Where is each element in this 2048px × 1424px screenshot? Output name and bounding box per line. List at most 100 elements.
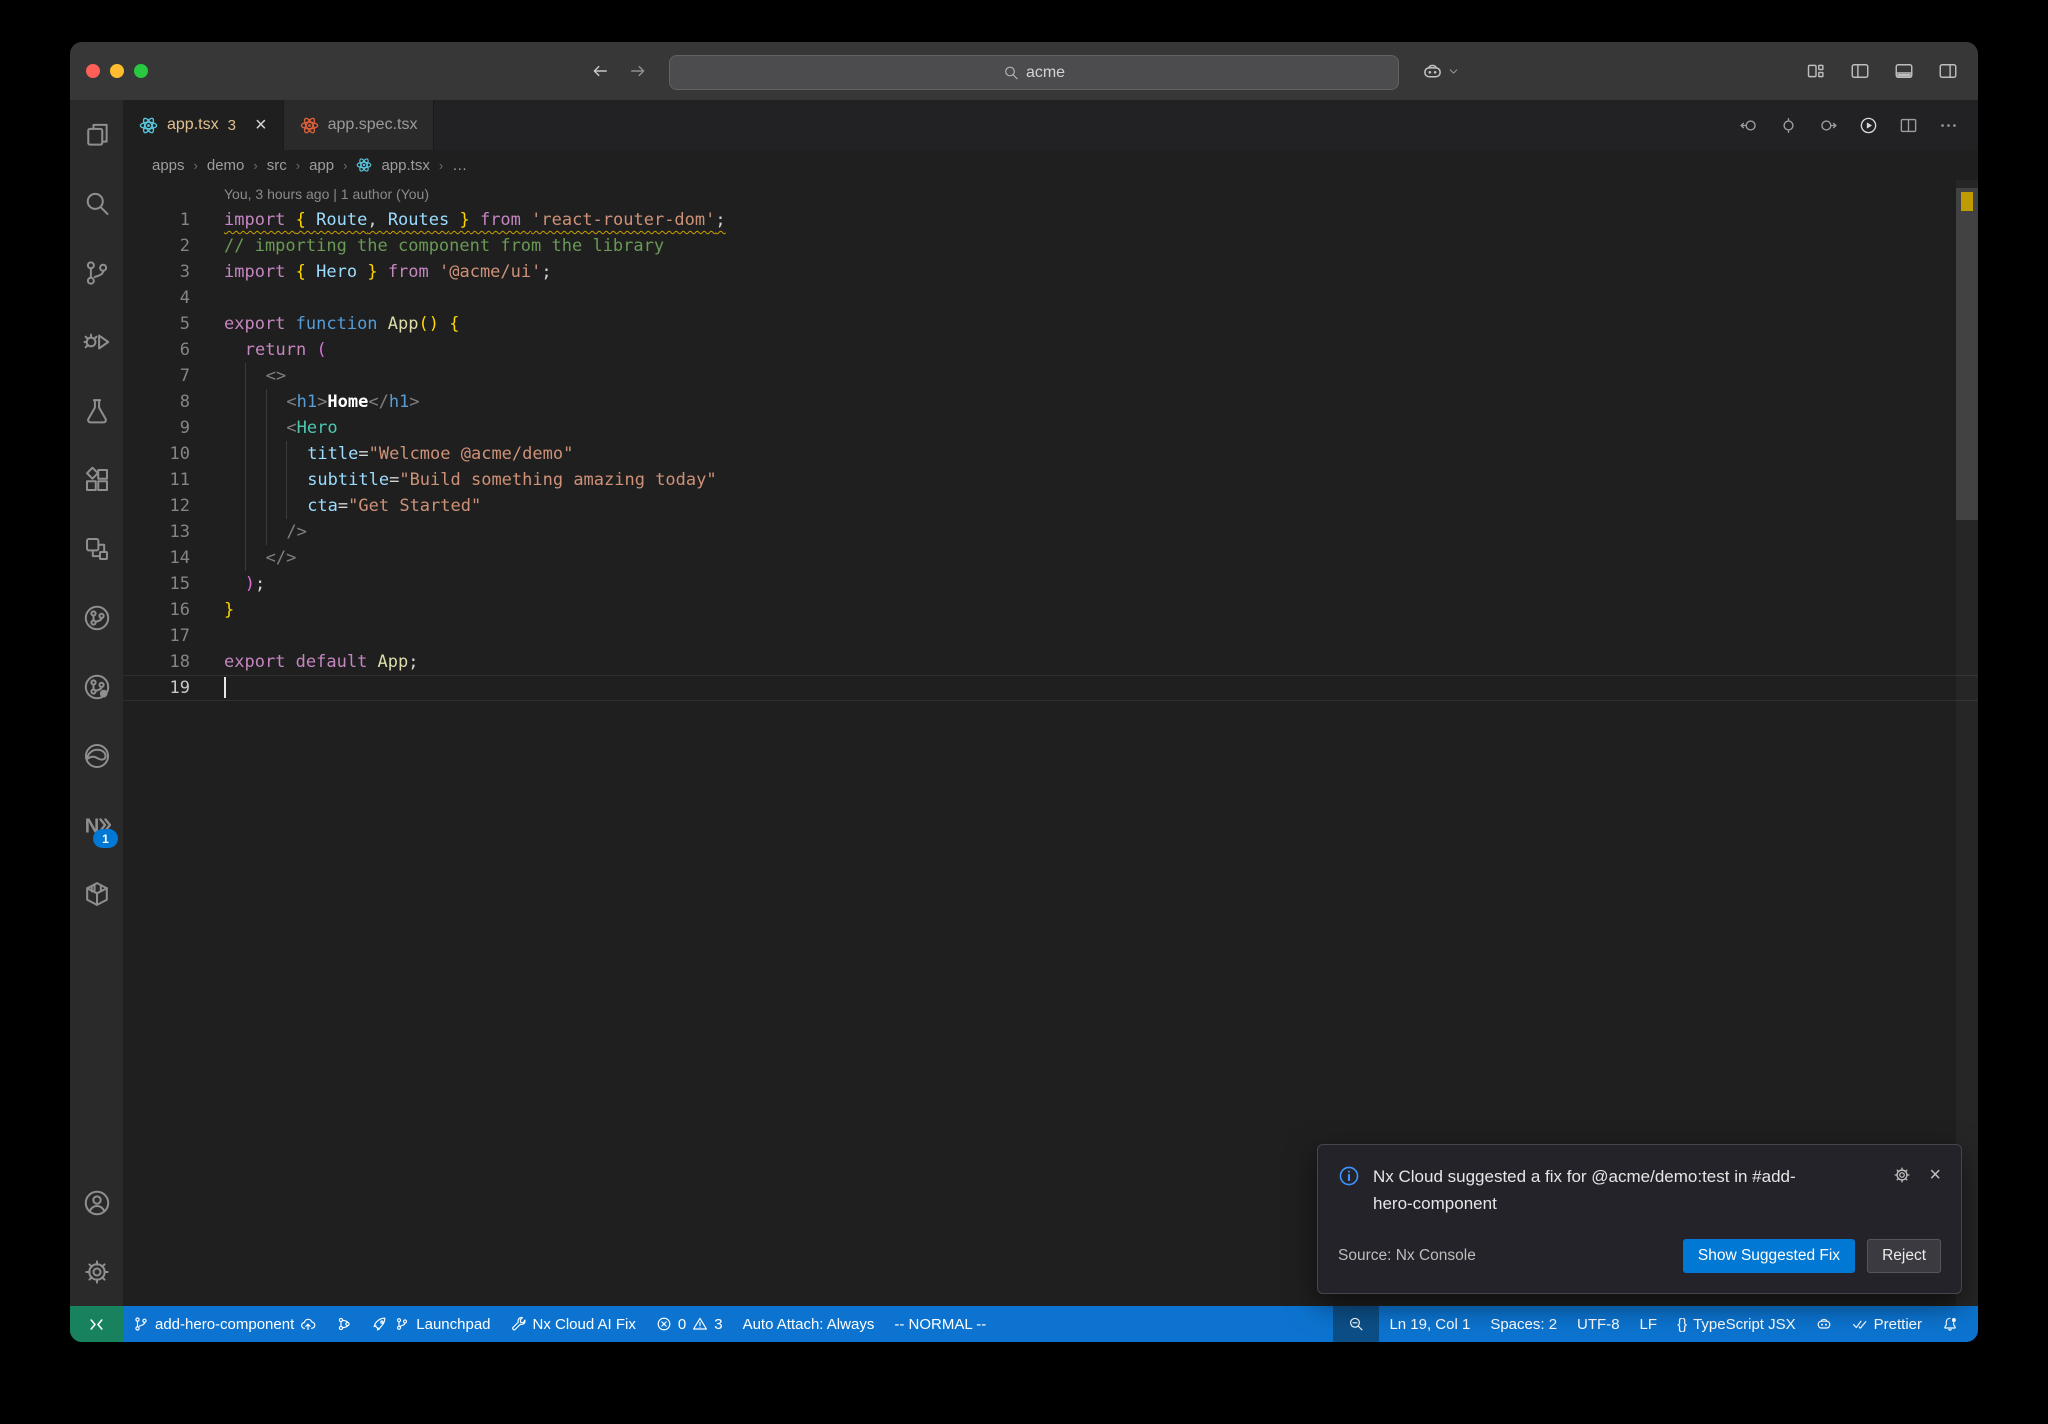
line-number[interactable]: 16: [130, 597, 190, 623]
code-line[interactable]: 8 < h1 > Home </h1 >: [123, 389, 1978, 415]
activity-package-cube[interactable]: [70, 859, 123, 928]
maximize-window-button[interactable]: [134, 64, 148, 78]
status-auto-attach[interactable]: Auto Attach: Always: [733, 1306, 885, 1342]
status-eol[interactable]: LF: [1630, 1306, 1668, 1342]
nav-dot-circle-icon[interactable]: [1779, 116, 1798, 135]
run-circle-icon[interactable]: [1859, 116, 1878, 135]
line-number[interactable]: 1: [130, 207, 190, 233]
status-language-mode[interactable]: {} TypeScript JSX: [1667, 1306, 1806, 1342]
code-line[interactable]: 6 return (: [123, 337, 1978, 363]
line-number[interactable]: 6: [130, 337, 190, 363]
activity-search[interactable]: [70, 169, 123, 238]
split-editor-icon[interactable]: [1899, 116, 1918, 135]
toggle-primary-sidebar-icon[interactable]: [1850, 61, 1870, 81]
code-line[interactable]: 16}: [123, 597, 1978, 623]
code-line[interactable]: 17: [123, 623, 1978, 649]
code-line[interactable]: 3 import { Hero } from '@acme/ui';: [123, 259, 1978, 285]
activity-nx-console[interactable]: N1: [70, 790, 123, 859]
code-line[interactable]: 5 export function App() {: [123, 311, 1978, 337]
code-line[interactable]: 14 </>: [123, 545, 1978, 571]
notification-settings-icon[interactable]: [1893, 1166, 1911, 1184]
activity-explorer[interactable]: [70, 100, 123, 169]
line-number[interactable]: 9: [130, 415, 190, 441]
code-line[interactable]: 19: [123, 675, 1978, 701]
breadcrumb-item[interactable]: demo: [207, 157, 245, 174]
code-line[interactable]: 18 export default App;: [123, 649, 1978, 675]
reject-button[interactable]: Reject: [1867, 1239, 1941, 1273]
line-number[interactable]: 17: [130, 623, 190, 649]
line-number[interactable]: 7: [130, 363, 190, 389]
close-tab-icon[interactable]: ×: [255, 115, 267, 135]
activity-project-boxes[interactable]: [70, 514, 123, 583]
close-notification-icon[interactable]: ×: [1929, 1165, 1941, 1185]
toggle-panel-icon[interactable]: [1894, 61, 1914, 81]
activity-testing[interactable]: [70, 376, 123, 445]
code-line[interactable]: 11 subtitle = "Build something amazing toda…: [123, 467, 1978, 493]
status-problems[interactable]: 03: [646, 1306, 733, 1342]
status-launchpad[interactable]: Launchpad: [362, 1306, 500, 1342]
status-prettier[interactable]: Prettier: [1842, 1306, 1932, 1342]
line-number[interactable]: 2: [130, 233, 190, 259]
breadcrumb-item[interactable]: …: [452, 157, 467, 174]
tab-app-tsx[interactable]: app.tsx 3 ×: [123, 100, 284, 150]
close-window-button[interactable]: [86, 64, 100, 78]
code-line[interactable]: 2 // importing the component from the lib…: [123, 233, 1978, 259]
code-line[interactable]: 12 cta = "Get Started": [123, 493, 1978, 519]
line-number[interactable]: 3: [130, 259, 190, 285]
line-number[interactable]: 11: [130, 467, 190, 493]
codelens-blame[interactable]: You, 3 hours ago | 1 author (You): [224, 186, 429, 202]
activity-accounts[interactable]: [70, 1168, 123, 1237]
code-line[interactable]: 9 < Hero: [123, 415, 1978, 441]
code-line[interactable]: 7 <>: [123, 363, 1978, 389]
code-line[interactable]: 10 title = "Welcmoe @acme/demo": [123, 441, 1978, 467]
tab-app-spec-tsx[interactable]: app.spec.tsx: [283, 100, 435, 150]
status-copilot-status[interactable]: [1806, 1306, 1842, 1342]
command-center-search[interactable]: acme: [669, 55, 1399, 90]
line-number[interactable]: 15: [130, 571, 190, 597]
activity-run-and-debug[interactable]: [70, 307, 123, 376]
line-number[interactable]: 8: [130, 389, 190, 415]
status-indentation[interactable]: Spaces: 2: [1480, 1306, 1567, 1342]
status-vim-mode[interactable]: -- NORMAL --: [884, 1306, 996, 1342]
code-area[interactable]: 1 import { Route, Routes } from 'react-ro…: [123, 207, 1978, 701]
toggle-secondary-sidebar-icon[interactable]: [1938, 61, 1958, 81]
editor[interactable]: You, 3 hours ago | 1 author (You) 1 impor…: [123, 180, 1978, 1306]
code-line[interactable]: 13 />: [123, 519, 1978, 545]
line-number[interactable]: 13: [130, 519, 190, 545]
activity-gitlens-inspect[interactable]: [70, 652, 123, 721]
customize-layout-icon[interactable]: [1806, 61, 1826, 81]
code-line[interactable]: 15);: [123, 571, 1978, 597]
line-number[interactable]: 18: [130, 649, 190, 675]
code-line[interactable]: 4: [123, 285, 1978, 311]
status-zoom-indicator[interactable]: [1333, 1306, 1380, 1342]
status-nx-cloud-ai-fix[interactable]: Nx Cloud AI Fix: [501, 1306, 646, 1342]
go-forward-icon[interactable]: [628, 61, 648, 81]
line-number[interactable]: 5: [130, 311, 190, 337]
line-number[interactable]: 12: [130, 493, 190, 519]
show-suggested-fix-button[interactable]: Show Suggested Fix: [1682, 1239, 1856, 1273]
code-line[interactable]: 1 import { Route, Routes } from 'react-ro…: [123, 207, 1978, 233]
nav-back-circle-icon[interactable]: [1739, 116, 1758, 135]
nav-forward-circle-icon[interactable]: [1819, 116, 1838, 135]
scrollbar-thumb[interactable]: [1956, 188, 1978, 520]
activity-edge-browser[interactable]: [70, 721, 123, 790]
minimize-window-button[interactable]: [110, 64, 124, 78]
status-commit-graph[interactable]: [326, 1306, 362, 1342]
copilot-menu[interactable]: [1422, 42, 1460, 100]
breadcrumb-item[interactable]: apps: [152, 157, 185, 174]
line-number[interactable]: 14: [130, 545, 190, 571]
remote-indicator[interactable]: [70, 1306, 123, 1342]
line-number[interactable]: 10: [130, 441, 190, 467]
scrollbar[interactable]: [1956, 180, 1978, 1306]
activity-source-control[interactable]: [70, 238, 123, 307]
breadcrumb-item[interactable]: src: [267, 157, 287, 174]
line-number[interactable]: 4: [130, 285, 190, 311]
status-branch[interactable]: add-hero-component: [123, 1306, 326, 1342]
go-back-icon[interactable]: [590, 61, 610, 81]
line-number[interactable]: 19: [130, 675, 190, 701]
breadcrumb-item[interactable]: app.tsx: [381, 157, 429, 174]
status-notifications[interactable]: [1932, 1306, 1968, 1342]
activity-gitlens[interactable]: [70, 583, 123, 652]
status-encoding[interactable]: UTF-8: [1567, 1306, 1630, 1342]
activity-extensions[interactable]: [70, 445, 123, 514]
